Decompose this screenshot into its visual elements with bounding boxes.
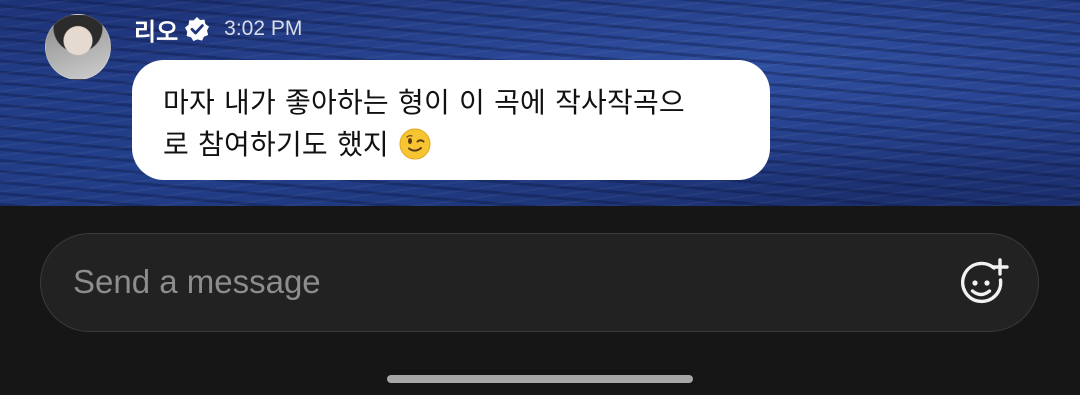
message-composer <box>40 233 1039 332</box>
smiley-plus-icon[interactable] <box>954 256 1010 312</box>
message-timestamp: 3:02 PM <box>224 17 303 40</box>
message-text-line-2: 로 참여하기도 했지 <box>163 128 389 161</box>
home-indicator[interactable] <box>387 375 693 383</box>
sender-header: 리오 3:02 PM <box>134 12 303 47</box>
verified-badge-icon <box>185 17 210 41</box>
sender-name[interactable]: 리오 <box>134 12 178 47</box>
winking-face-emoji-icon <box>399 128 431 160</box>
message-input[interactable] <box>41 234 921 330</box>
sender-avatar[interactable] <box>45 14 111 80</box>
message-bubble[interactable]: 마자 내가 좋아하는 형이 이 곡에 작사작곡으 로 참여하기도 했지 <box>132 60 770 180</box>
message-text: 마자 내가 좋아하는 형이 이 곡에 작사작곡으 로 참여하기도 했지 <box>163 82 740 166</box>
chat-background: 리오 3:02 PM 마자 내가 좋아하는 형이 이 곡에 작사작곡으 로 참여… <box>0 0 1080 206</box>
message-text-line-1: 마자 내가 좋아하는 형이 이 곡에 작사작곡으 <box>163 86 685 119</box>
